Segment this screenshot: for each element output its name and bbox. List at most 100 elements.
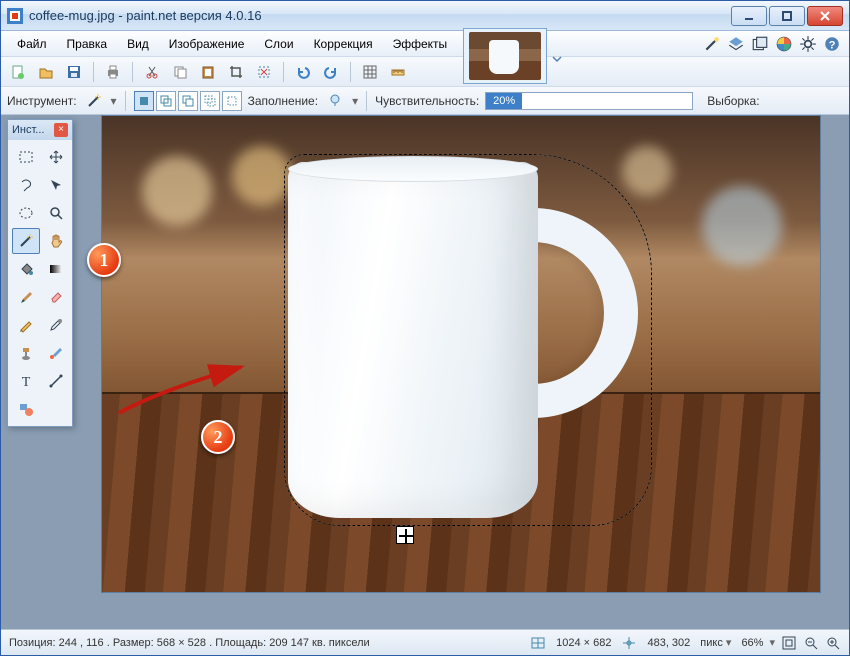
fill-label: Заполнение: (248, 94, 318, 108)
deselect-button[interactable] (253, 61, 275, 83)
shapes-tool[interactable] (12, 396, 40, 422)
sampling-label: Выборка: (707, 94, 759, 108)
color-wheel-icon[interactable] (775, 35, 793, 53)
cursor-position-icon (621, 635, 637, 651)
zoom-out-icon[interactable] (803, 635, 819, 651)
new-file-button[interactable] (7, 61, 29, 83)
window-title: coffee-mug.jpg - paint.net версия 4.0.16 (29, 8, 729, 23)
recolor-tool[interactable] (42, 340, 70, 366)
menubar: Файл Правка Вид Изображение Слои Коррекц… (1, 31, 849, 57)
menu-file[interactable]: Файл (7, 33, 57, 55)
copy-button[interactable] (169, 61, 191, 83)
magic-wand-tool[interactable] (12, 228, 40, 254)
image-size-icon (530, 635, 546, 651)
separator (350, 62, 351, 82)
selection-xor-button[interactable] (222, 91, 242, 111)
ellipse-select-tool[interactable] (12, 200, 40, 226)
minimize-button[interactable] (731, 6, 767, 26)
svg-text:T: T (22, 375, 31, 389)
selection-add-button[interactable] (156, 91, 176, 111)
move-handle-icon[interactable] (396, 526, 414, 544)
gradient-tool[interactable] (42, 256, 70, 282)
tools-grid: T (8, 140, 72, 426)
lasso-tool[interactable] (12, 172, 40, 198)
windows-icon[interactable] (751, 35, 769, 53)
paste-button[interactable] (197, 61, 219, 83)
units-select[interactable]: пикс ▾ (700, 636, 731, 649)
save-button[interactable] (63, 61, 85, 83)
mug-body (288, 162, 538, 518)
separator (125, 91, 126, 111)
pencil-tool[interactable] (12, 312, 40, 338)
app-window: coffee-mug.jpg - paint.net версия 4.0.16… (0, 0, 850, 656)
canvas[interactable] (101, 115, 821, 593)
paint-bucket-tool[interactable] (12, 256, 40, 282)
eraser-tool[interactable] (42, 284, 70, 310)
paintbrush-tool[interactable] (12, 284, 40, 310)
thumbnail-image (469, 32, 541, 80)
redo-button[interactable] (320, 61, 342, 83)
tools-window-titlebar[interactable]: Инст... × (8, 120, 72, 140)
tools-window-close-button[interactable]: × (54, 123, 68, 137)
mug-rim (288, 156, 538, 182)
menu-edit[interactable]: Правка (57, 33, 118, 55)
move-pixels-tool[interactable] (42, 172, 70, 198)
menu-view[interactable]: Вид (117, 33, 159, 55)
menu-effects[interactable]: Эффекты (383, 33, 458, 55)
status-position: Позиция: 244 , 116 . Размер: 568 × 528 .… (9, 637, 370, 649)
ruler-button[interactable] (387, 61, 409, 83)
menu-image[interactable]: Изображение (159, 33, 255, 55)
menu-layers[interactable]: Слои (254, 33, 303, 55)
cut-button[interactable] (141, 61, 163, 83)
main-toolbar (1, 57, 849, 87)
zoom-in-icon[interactable] (825, 635, 841, 651)
undo-button[interactable] (292, 61, 314, 83)
separator (93, 62, 94, 82)
print-button[interactable] (102, 61, 124, 83)
grid-button[interactable] (359, 61, 381, 83)
thumbnail-dropdown-icon[interactable] (551, 53, 563, 65)
zoom-controls: 66% ▾ (741, 635, 841, 651)
separator (366, 91, 367, 111)
help-icon[interactable]: ? (823, 35, 841, 53)
wand-icon[interactable] (703, 35, 721, 53)
tool-dropdown-icon[interactable]: ▾ (111, 94, 117, 108)
maximize-button[interactable] (769, 6, 805, 26)
layers-icon[interactable] (727, 35, 745, 53)
open-file-button[interactable] (35, 61, 57, 83)
gear-icon[interactable] (799, 35, 817, 53)
crop-button[interactable] (225, 61, 247, 83)
clone-stamp-tool[interactable] (12, 340, 40, 366)
menu-adjust[interactable]: Коррекция (304, 33, 383, 55)
tolerance-label: Чувствительность: (375, 94, 479, 108)
document-thumbnail[interactable] (463, 28, 547, 84)
pan-tool[interactable] (42, 228, 70, 254)
zoom-tool[interactable] (42, 200, 70, 226)
magic-wand-tool-icon[interactable] (83, 90, 105, 112)
tolerance-slider[interactable]: 20% (485, 92, 693, 110)
cursor-position-value: 483, 302 (647, 637, 690, 649)
empty-tool-slot (42, 396, 70, 422)
zoom-dropdown-icon[interactable]: ▾ (769, 636, 775, 649)
titlebar: coffee-mug.jpg - paint.net версия 4.0.16 (1, 1, 849, 31)
tolerance-value: 20% (486, 93, 522, 109)
selection-replace-button[interactable] (134, 91, 154, 111)
zoom-fit-icon[interactable] (781, 635, 797, 651)
tools-window[interactable]: Инст... × T (7, 119, 73, 427)
selection-intersect-button[interactable] (200, 91, 220, 111)
bokeh-light (702, 186, 782, 266)
close-button[interactable] (807, 6, 843, 26)
color-picker-tool[interactable] (42, 312, 70, 338)
line-tool[interactable] (42, 368, 70, 394)
statusbar: Позиция: 244 , 116 . Размер: 568 × 528 .… (1, 629, 849, 655)
text-tool[interactable]: T (12, 368, 40, 394)
flood-mode-icon[interactable] (324, 90, 346, 112)
tools-window-title: Инст... (12, 124, 44, 136)
selection-subtract-button[interactable] (178, 91, 198, 111)
annotation-marker-2: 2 (201, 420, 235, 454)
app-icon (7, 8, 23, 24)
move-selection-tool[interactable] (42, 144, 70, 170)
svg-text:?: ? (829, 40, 836, 52)
rectangle-select-tool[interactable] (12, 144, 40, 170)
flood-dropdown-icon[interactable]: ▾ (352, 94, 358, 108)
